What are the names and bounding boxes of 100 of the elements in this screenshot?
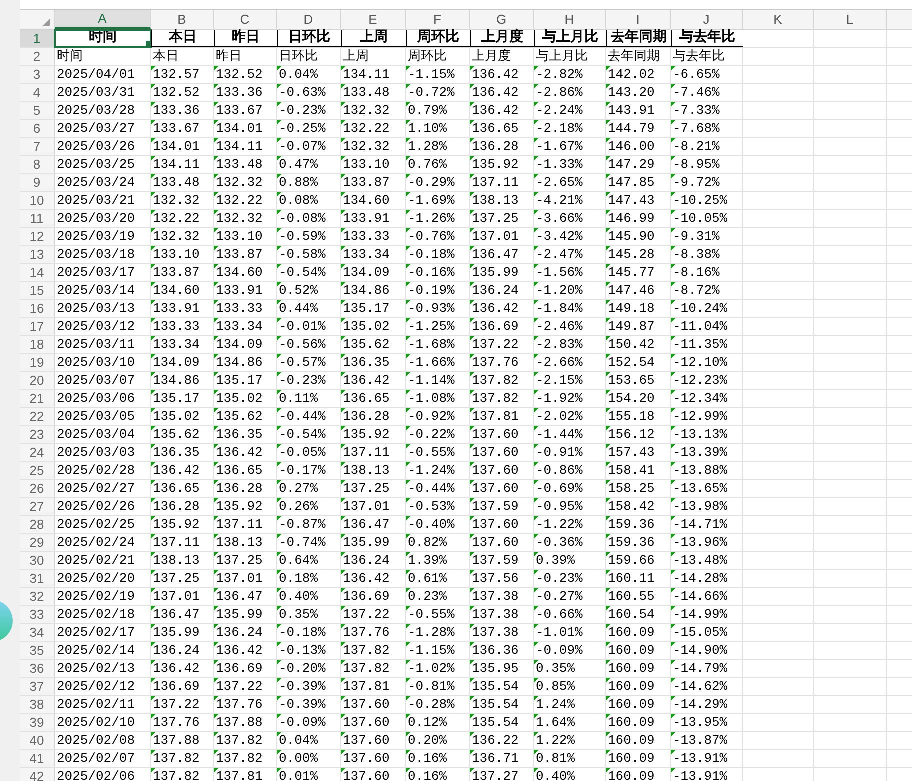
row-header[interactable]: 27	[20, 498, 55, 515]
error-indicator-icon	[341, 750, 346, 755]
error-indicator-icon	[534, 408, 539, 413]
select-all-icon[interactable]	[43, 19, 50, 26]
row-header[interactable]: 12	[20, 228, 55, 245]
row-header[interactable]: 25	[20, 462, 55, 479]
row-header[interactable]: 36	[20, 660, 55, 677]
error-indicator-icon	[406, 228, 411, 233]
row-header[interactable]: 26	[20, 480, 55, 497]
error-indicator-icon	[214, 102, 219, 107]
error-indicator-icon	[470, 498, 475, 503]
column-header[interactable]: F	[406, 10, 470, 29]
error-indicator-icon	[406, 66, 411, 71]
header-cell: 日环比	[277, 30, 341, 47]
error-indicator-icon	[341, 732, 346, 737]
row-header[interactable]: 35	[20, 642, 55, 659]
row-header[interactable]: 5	[20, 102, 55, 119]
table-cell: -14.90%	[671, 642, 743, 659]
error-indicator-icon	[406, 156, 411, 161]
column-header[interactable]: C	[214, 10, 277, 29]
row-header[interactable]: 11	[20, 210, 55, 227]
row-header[interactable]: 18	[20, 336, 55, 353]
row-header[interactable]: 4	[20, 84, 55, 101]
header-cell: 与去年比	[671, 30, 743, 47]
error-indicator-icon	[151, 372, 156, 377]
column-header[interactable]: A	[55, 10, 151, 29]
row-header[interactable]: 41	[20, 750, 55, 767]
column-header[interactable]: H	[534, 10, 606, 29]
row-header[interactable]: 34	[20, 624, 55, 641]
row-header[interactable]: 32	[20, 588, 55, 605]
error-indicator-icon	[406, 102, 411, 107]
column-header[interactable]: G	[470, 10, 534, 29]
row-header[interactable]: 1	[20, 30, 55, 47]
row-header[interactable]: 2	[20, 48, 55, 65]
error-indicator-icon	[277, 426, 282, 431]
row-header[interactable]: 42	[20, 768, 55, 781]
error-indicator-icon	[277, 282, 282, 287]
table-cell: 本日	[151, 48, 214, 65]
table-cell: 昨日	[214, 48, 277, 65]
row-header[interactable]: 28	[20, 516, 55, 533]
row-header[interactable]: 23	[20, 426, 55, 443]
column-header[interactable]: K	[743, 10, 814, 29]
row-header[interactable]: 24	[20, 444, 55, 461]
error-indicator-icon	[341, 516, 346, 521]
column-header[interactable]: L	[814, 10, 887, 29]
row-header[interactable]: 37	[20, 678, 55, 695]
error-indicator-icon	[341, 642, 346, 647]
column-header[interactable]: B	[151, 10, 214, 29]
row-header[interactable]: 3	[20, 66, 55, 83]
table-cell: -7.33%	[671, 102, 743, 119]
column-header[interactable]: I	[606, 10, 671, 29]
row-header[interactable]: 31	[20, 570, 55, 587]
error-indicator-icon	[277, 462, 282, 467]
row-header[interactable]: 40	[20, 732, 55, 749]
error-indicator-icon	[406, 642, 411, 647]
error-indicator-icon	[534, 768, 539, 773]
error-indicator-icon	[151, 480, 156, 485]
row-header[interactable]: 6	[20, 120, 55, 137]
row-header[interactable]: 21	[20, 390, 55, 407]
error-indicator-icon	[606, 588, 611, 593]
error-indicator-icon	[470, 390, 475, 395]
error-indicator-icon	[470, 552, 475, 557]
error-indicator-icon	[151, 750, 156, 755]
header-cell: 与上月比	[534, 30, 606, 47]
row-header[interactable]: 20	[20, 372, 55, 389]
row-header[interactable]: 17	[20, 318, 55, 335]
error-indicator-icon	[534, 354, 539, 359]
row-header[interactable]: 9	[20, 174, 55, 191]
row-header[interactable]: 19	[20, 354, 55, 371]
error-indicator-icon	[470, 426, 475, 431]
row-header[interactable]: 30	[20, 552, 55, 569]
row-header[interactable]: 33	[20, 606, 55, 623]
row-header[interactable]: 39	[20, 714, 55, 731]
row-header[interactable]: 14	[20, 264, 55, 281]
error-indicator-icon	[534, 84, 539, 89]
error-indicator-icon	[470, 318, 475, 323]
row-header[interactable]: 22	[20, 408, 55, 425]
error-indicator-icon	[151, 660, 156, 665]
error-indicator-icon	[214, 192, 219, 197]
row-header[interactable]: 16	[20, 300, 55, 317]
table-cell: -8.95%	[671, 156, 743, 173]
row-header[interactable]: 8	[20, 156, 55, 173]
column-header[interactable]: J	[671, 10, 743, 29]
error-indicator-icon	[277, 66, 282, 71]
row-header[interactable]: 38	[20, 696, 55, 713]
column-header[interactable]: E	[341, 10, 406, 29]
error-indicator-icon	[341, 426, 346, 431]
error-indicator-icon	[341, 228, 346, 233]
row-header[interactable]: 13	[20, 246, 55, 263]
error-indicator-icon	[534, 300, 539, 305]
column-header[interactable]: D	[277, 10, 341, 29]
row-header[interactable]: 15	[20, 282, 55, 299]
row-header[interactable]: 10	[20, 192, 55, 209]
row-header[interactable]: 7	[20, 138, 55, 155]
error-indicator-icon	[470, 570, 475, 575]
error-indicator-icon	[470, 192, 475, 197]
fill-handle[interactable]	[146, 41, 151, 46]
row-header[interactable]: 29	[20, 534, 55, 551]
error-indicator-icon	[470, 264, 475, 269]
error-indicator-icon	[341, 120, 346, 125]
